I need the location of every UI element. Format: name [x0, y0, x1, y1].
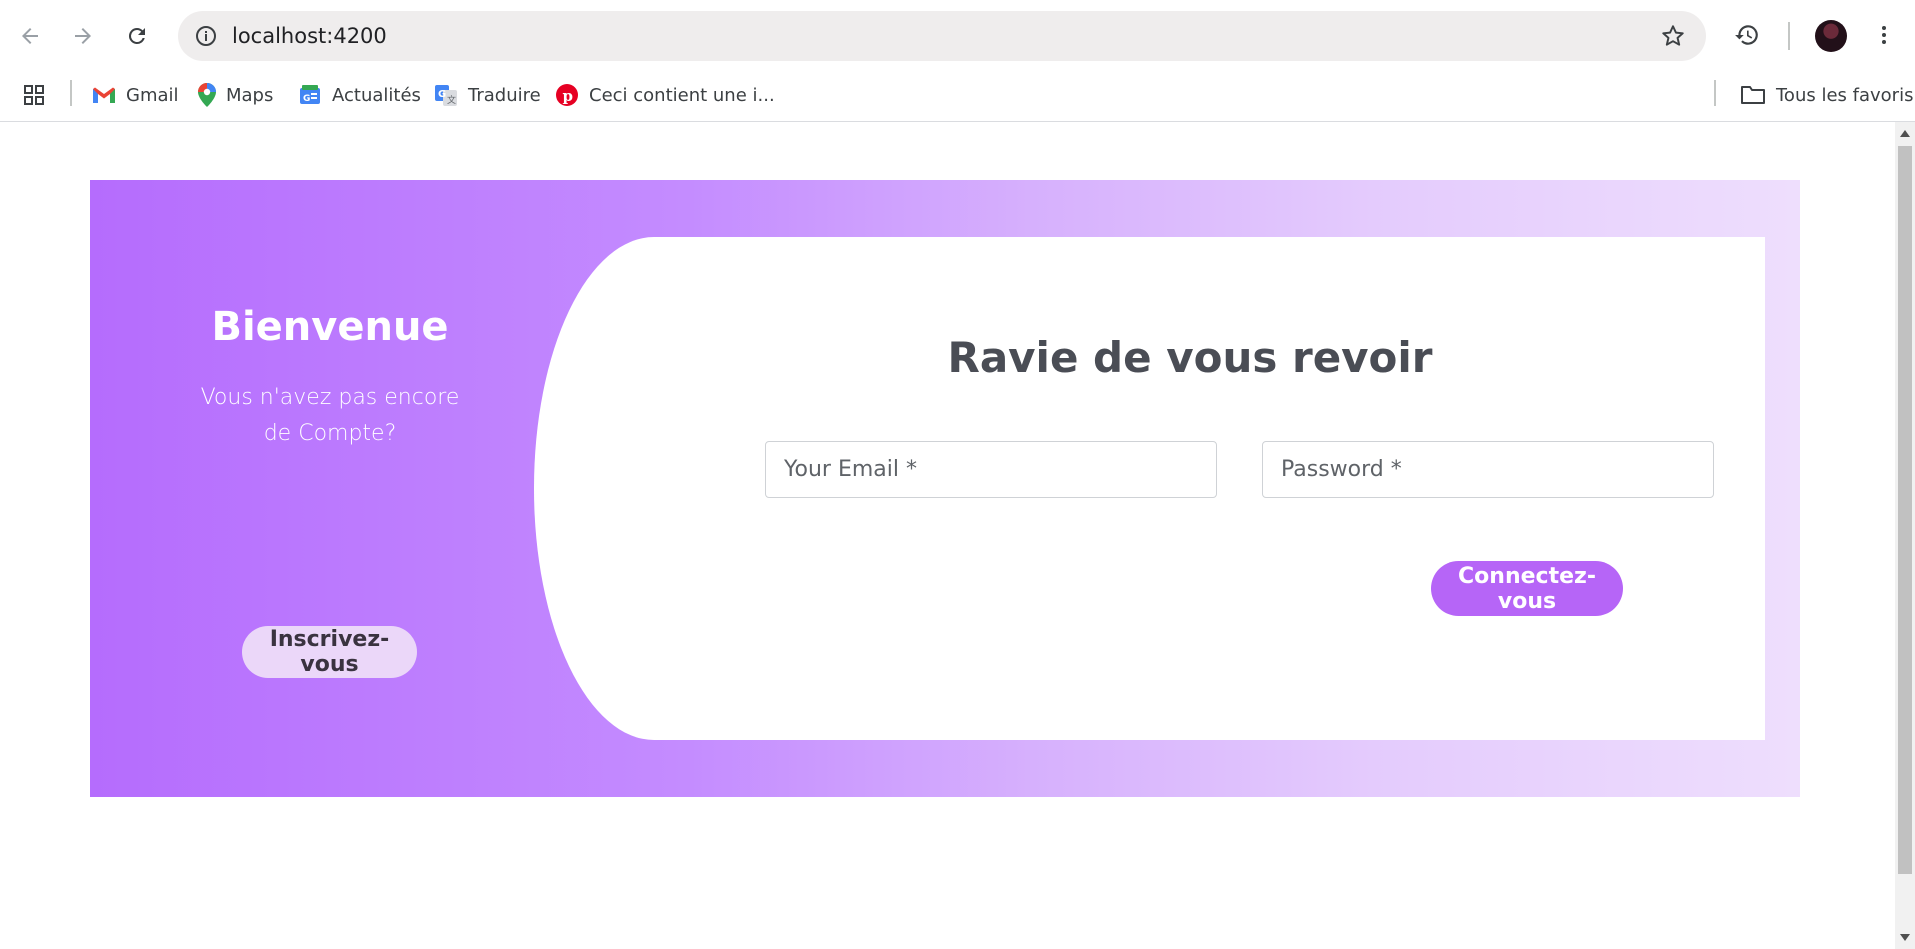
history-button[interactable] — [1730, 18, 1764, 52]
arrow-left-icon — [22, 28, 38, 44]
profile-avatar[interactable] — [1815, 20, 1847, 52]
login-button[interactable]: Connectez-vous — [1431, 561, 1623, 616]
apps-button[interactable] — [22, 80, 46, 110]
email-field[interactable] — [765, 441, 1217, 498]
bookmark-label: Gmail — [126, 84, 179, 106]
scroll-up-arrow-icon[interactable] — [1900, 130, 1910, 137]
reload-icon — [128, 27, 145, 44]
info-icon[interactable] — [194, 24, 218, 48]
gmail-icon — [93, 87, 115, 103]
login-card: Bienvenue Vous n'avez pas encore de Comp… — [90, 180, 1800, 797]
news-icon: G — [300, 85, 320, 104]
bookmark-pinterest[interactable]: p Ceci contient une i... — [555, 80, 775, 110]
maps-icon — [198, 83, 216, 107]
bookmark-news[interactable]: G Actualités — [298, 80, 421, 110]
password-field[interactable] — [1262, 441, 1714, 498]
login-form-panel: Ravie de vous revoir Connectez-vous — [534, 237, 1765, 740]
bookmark-label: Traduire — [468, 84, 541, 106]
apps-grid-icon — [24, 85, 44, 105]
forward-button[interactable] — [63, 16, 103, 56]
toolbar-divider — [1788, 22, 1790, 50]
form-title: Ravie de vous revoir — [947, 333, 1433, 382]
bookmark-gmail[interactable]: Gmail — [92, 80, 179, 110]
bookmark-label: Actualités — [332, 84, 421, 106]
welcome-title: Bienvenue — [211, 304, 449, 350]
reload-button[interactable] — [117, 16, 157, 56]
bookmark-translate[interactable]: G文 Traduire — [434, 80, 541, 110]
star-icon[interactable] — [1660, 23, 1686, 49]
svg-text:G: G — [303, 94, 310, 104]
address-bar[interactable]: localhost:4200 — [178, 11, 1706, 61]
all-bookmarks-label: Tous les favoris — [1776, 84, 1914, 106]
bookmarks-bar: Gmail Maps G Actualités G文 Traduire p Ce… — [0, 70, 1915, 122]
page-viewport: Bienvenue Vous n'avez pas encore de Comp… — [0, 122, 1895, 949]
all-bookmarks-button[interactable]: Tous les favoris — [1740, 80, 1913, 110]
svg-text:p: p — [563, 87, 574, 105]
svg-text:G: G — [438, 89, 446, 100]
bookmark-label: Maps — [226, 84, 274, 106]
scroll-down-arrow-icon[interactable] — [1900, 934, 1910, 941]
welcome-panel: Bienvenue Vous n'avez pas encore de Comp… — [90, 180, 570, 797]
history-icon — [1735, 25, 1758, 45]
bookmark-divider — [70, 80, 72, 106]
welcome-subtitle: Vous n'avez pas encore de Compte? — [200, 385, 460, 446]
svg-text:文: 文 — [447, 94, 456, 106]
url-text[interactable]: localhost:4200 — [232, 24, 387, 48]
back-button[interactable] — [10, 16, 50, 56]
folder-icon — [1741, 86, 1765, 104]
signup-button[interactable]: Inscrivez-vous — [242, 626, 417, 678]
translate-icon: G文 — [435, 85, 457, 106]
page-scrollbar[interactable] — [1895, 122, 1915, 949]
bookmark-divider — [1714, 80, 1716, 106]
pinterest-icon: p — [556, 84, 578, 106]
browser-toolbar: localhost:4200 — [0, 0, 1915, 70]
scrollbar-thumb[interactable] — [1898, 146, 1912, 874]
bookmark-maps[interactable]: Maps — [198, 80, 273, 110]
browser-menu-button[interactable] — [1867, 18, 1901, 52]
kebab-menu-icon — [1882, 26, 1886, 44]
bookmark-label: Ceci contient une i... — [589, 84, 775, 106]
arrow-right-icon — [75, 28, 91, 44]
